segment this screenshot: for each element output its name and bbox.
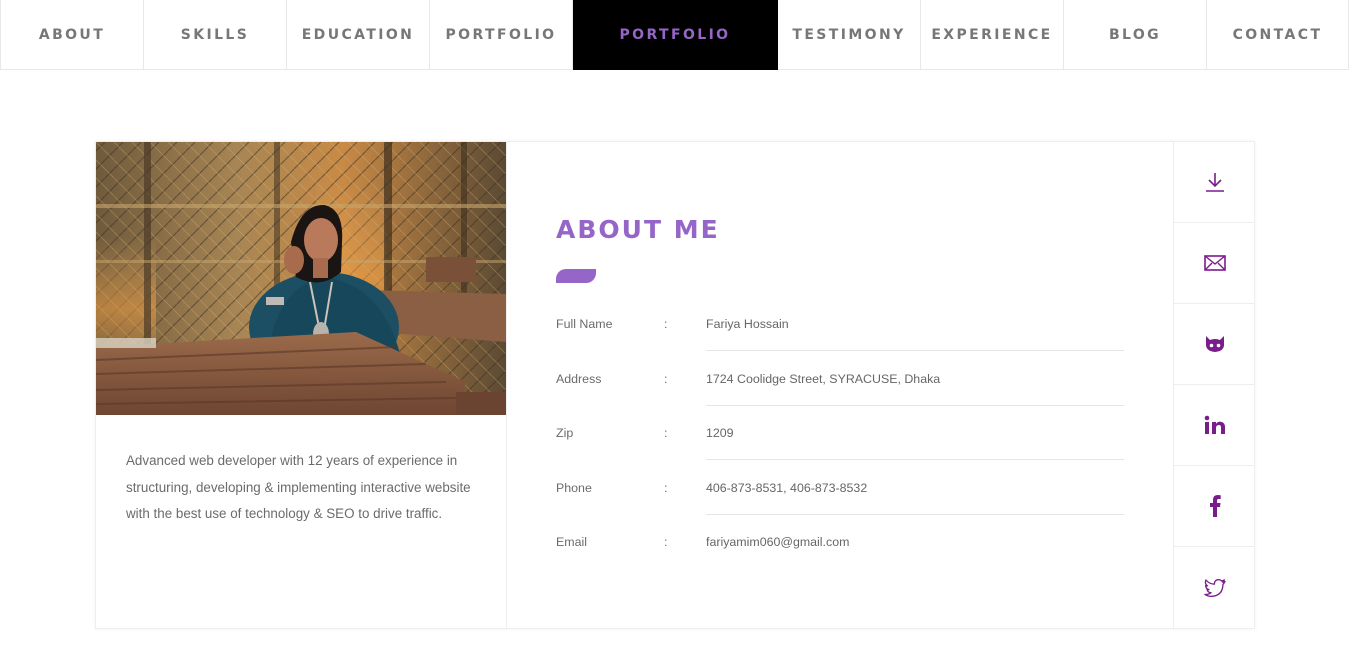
info-row-full-name: Full Name : Fariya Hossain [556, 317, 1124, 372]
about-card: Advanced web developer with 12 years of … [95, 141, 1255, 629]
info-value: 1724 Coolidge Street, SYRACUSE, Dhaka [706, 372, 941, 386]
info-row-zip: Zip : 1209 [556, 426, 1124, 481]
bio-text: Advanced web developer with 12 years of … [126, 453, 471, 522]
linkedin-button[interactable] [1174, 385, 1255, 466]
vertical-divider [506, 142, 507, 628]
info-label: Email [556, 535, 587, 549]
info-label: Full Name [556, 317, 613, 331]
email-button[interactable] [1174, 223, 1255, 304]
nav-item-skills[interactable]: SKILLS [144, 0, 287, 70]
github-button[interactable] [1174, 304, 1255, 385]
twitter-button[interactable] [1174, 547, 1255, 628]
nav-item-experience[interactable]: EXPERIENCE [921, 0, 1064, 70]
download-button[interactable] [1174, 142, 1255, 223]
download-icon [1205, 173, 1224, 192]
nav-item-blog[interactable]: BLOG [1064, 0, 1207, 70]
nav-item-testimony[interactable]: TESTIMONY [778, 0, 921, 70]
github-icon [1205, 336, 1224, 352]
info-separator: : [664, 317, 668, 331]
info-label: Address [556, 372, 602, 386]
info-separator: : [664, 535, 668, 549]
row-divider [706, 459, 1124, 460]
nav-item-education[interactable]: EDUCATION [287, 0, 430, 70]
info-value: Fariya Hossain [706, 317, 789, 331]
social-sidebar [1173, 142, 1255, 628]
info-value: 1209 [706, 426, 734, 440]
profile-photo [96, 142, 506, 415]
section-title: ABOUT ME [556, 215, 720, 244]
mail-icon [1203, 255, 1226, 271]
info-row-email: Email : fariyamim060@gmail.com [556, 535, 1124, 590]
facebook-button[interactable] [1174, 466, 1255, 547]
row-divider [706, 405, 1124, 406]
info-separator: : [664, 481, 668, 495]
facebook-icon [1209, 495, 1221, 517]
info-separator: : [664, 372, 668, 386]
row-divider [706, 514, 1124, 515]
info-label: Zip [556, 426, 574, 440]
info-value: fariyamim060@gmail.com [706, 535, 850, 549]
info-row-address: Address : 1724 Coolidge Street, SYRACUSE… [556, 372, 1124, 427]
info-row-phone: Phone : 406-873-8531, 406-873-8532 [556, 481, 1124, 536]
info-value: 406-873-8531, 406-873-8532 [706, 481, 868, 495]
title-underline [556, 269, 596, 283]
row-divider [706, 350, 1124, 351]
nav-item-portfolio-active[interactable]: PORTFOLIO [573, 0, 778, 70]
nav-item-portfolio[interactable]: PORTFOLIO [430, 0, 573, 70]
twitter-icon [1203, 578, 1226, 597]
nav-item-contact[interactable]: CONTACT [1207, 0, 1349, 70]
main-nav: ABOUT SKILLS EDUCATION PORTFOLIO PORTFOL… [0, 0, 1349, 70]
nav-item-about[interactable]: ABOUT [0, 0, 144, 70]
info-label: Phone [556, 481, 592, 495]
linkedin-icon [1204, 415, 1225, 434]
info-separator: : [664, 426, 668, 440]
